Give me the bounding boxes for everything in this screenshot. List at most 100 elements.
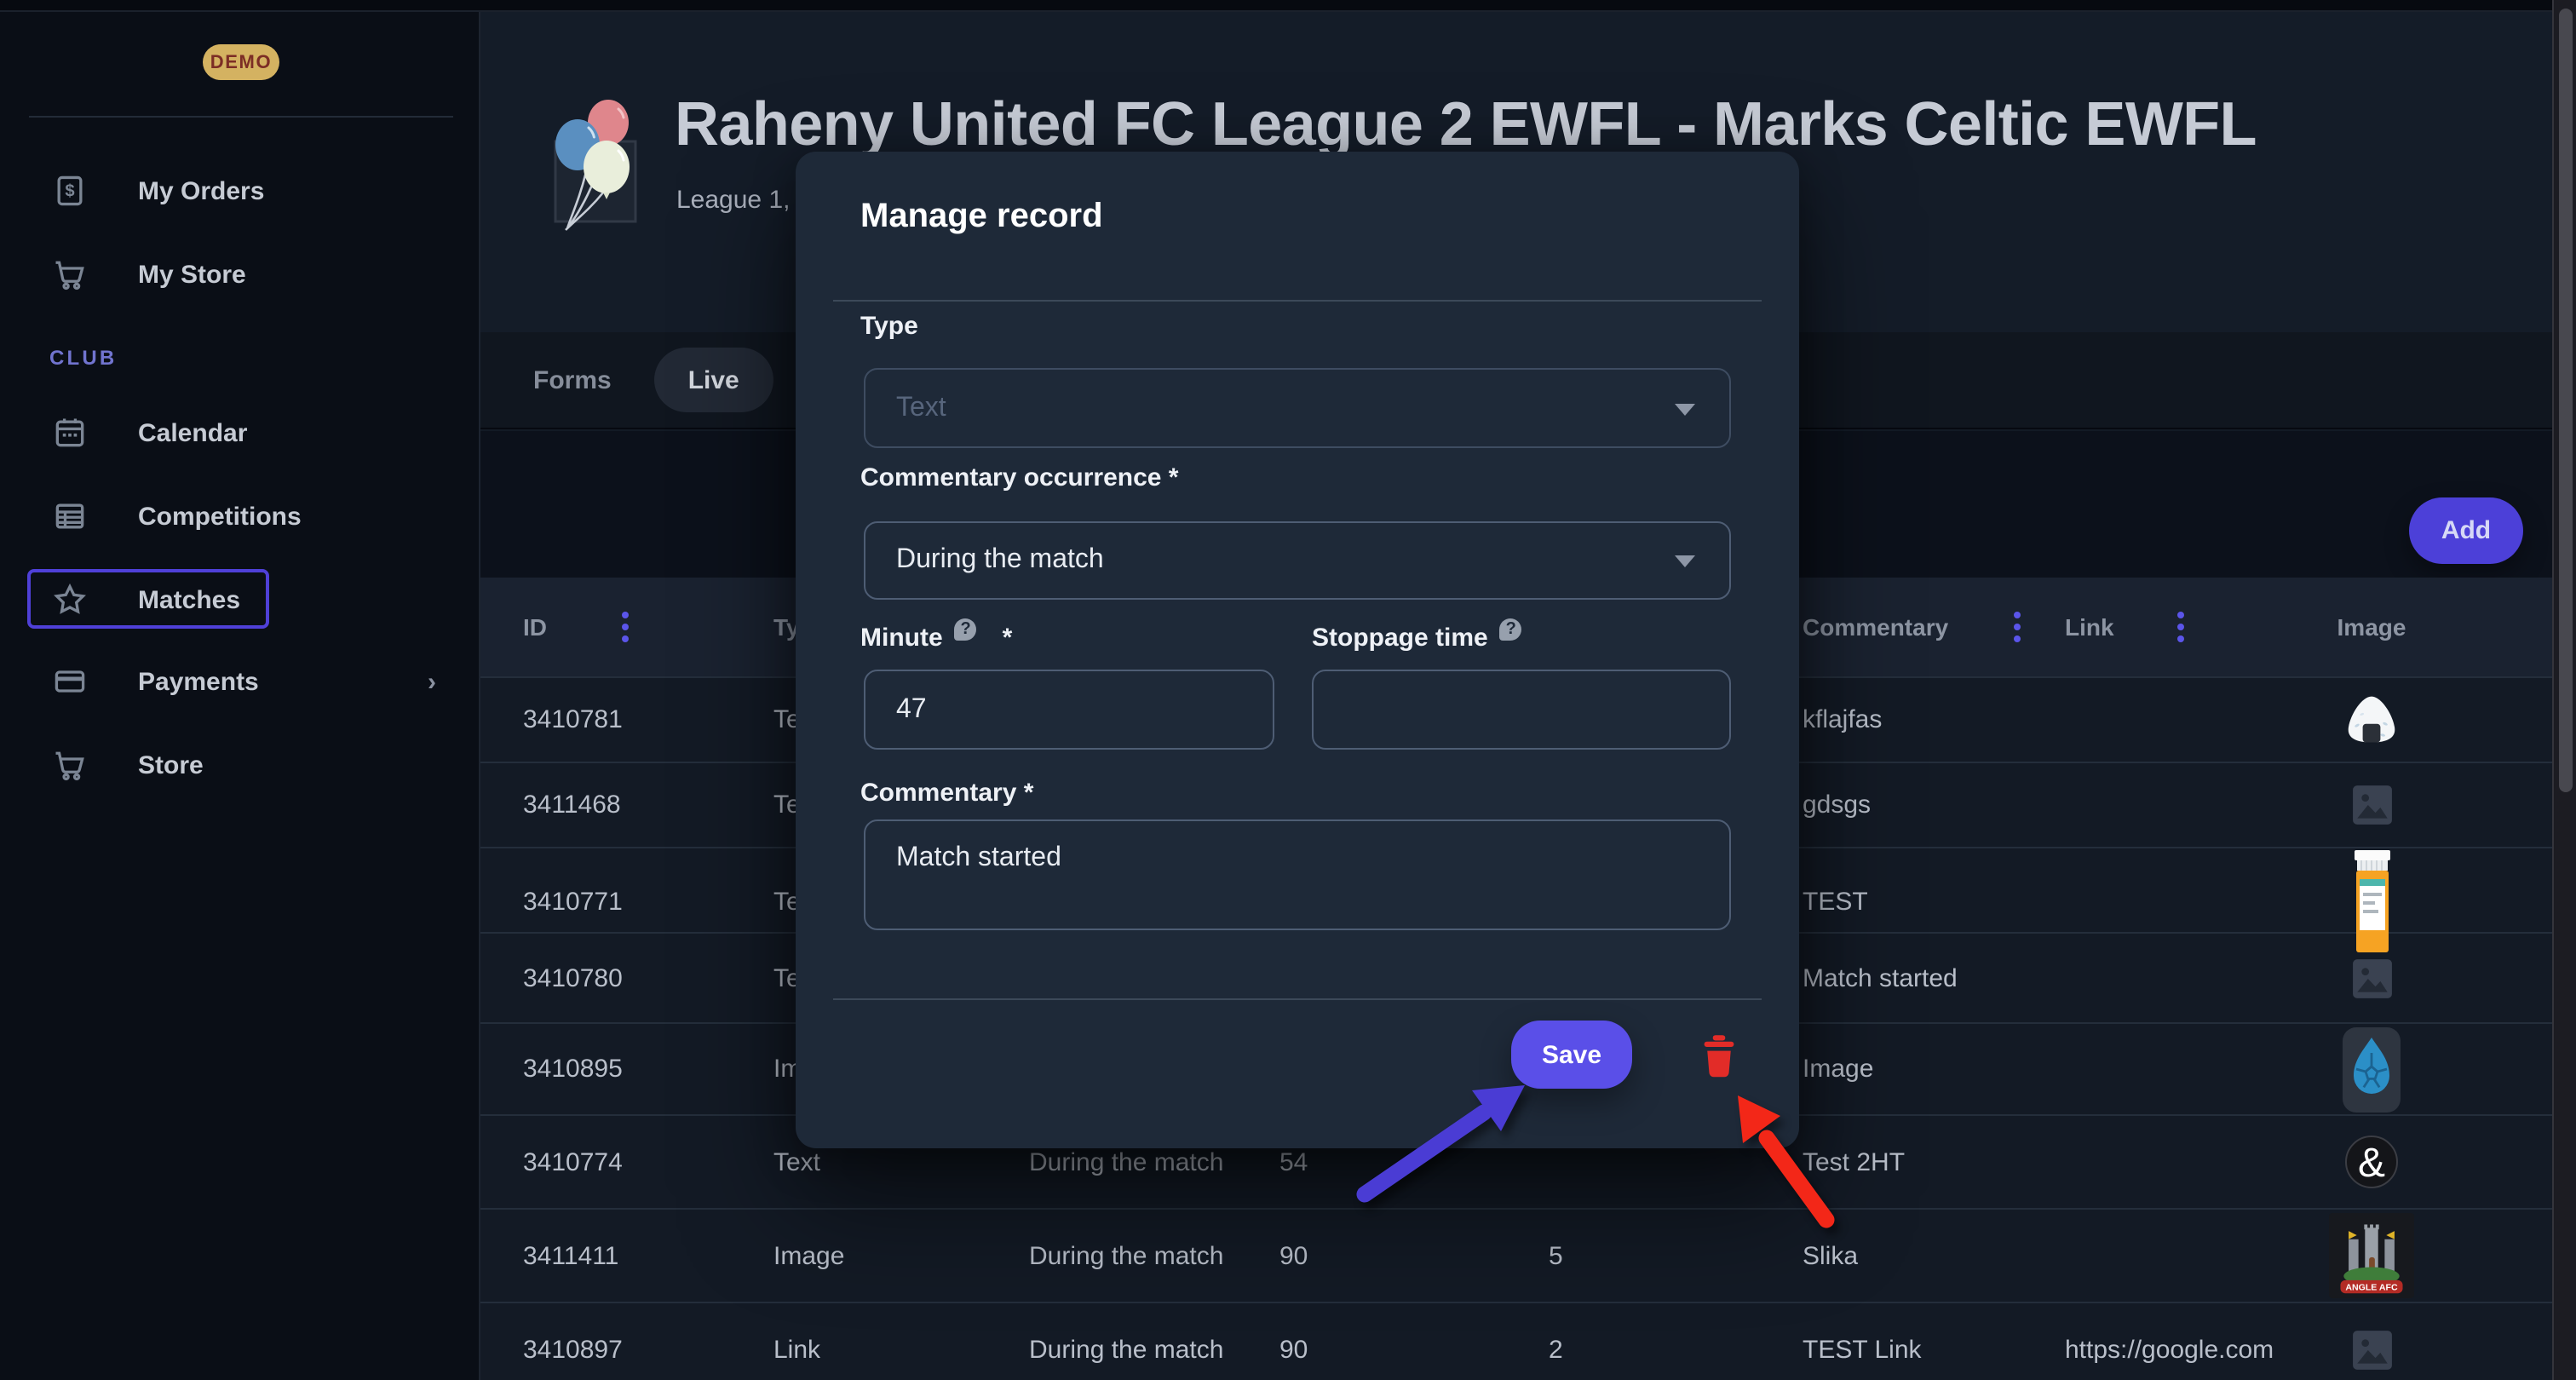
- type-select[interactable]: Text: [864, 368, 1731, 448]
- table-row[interactable]: 3410897 Link During the match 90 2 TEST …: [480, 1302, 2552, 1380]
- chevron-down-icon: [1675, 555, 1695, 567]
- app-root: DEMO $ My Orders My Store CLUB Calendar: [0, 0, 2576, 1380]
- sidebar-item-store[interactable]: Store: [0, 727, 480, 802]
- cell-stoppage: 5: [1549, 1241, 1803, 1270]
- cell-stoppage: 2: [1549, 1335, 1803, 1364]
- help-icon[interactable]: ?: [1500, 618, 1522, 641]
- tab-forms[interactable]: Forms: [516, 365, 629, 394]
- sidebar-item-calendar[interactable]: Calendar: [0, 395, 480, 470]
- row-image: & ANGLE AFC: [2286, 763, 2457, 847]
- pill-bottle-image: [2350, 848, 2393, 954]
- sidebar: DEMO $ My Orders My Store CLUB Calendar: [0, 12, 480, 1380]
- occurrence-select[interactable]: During the match: [864, 521, 1731, 600]
- broken-image-icon: [2350, 1328, 2393, 1371]
- sidebar-item-payments[interactable]: Payments ›: [0, 644, 480, 719]
- cell-commentary: kflajfas: [1803, 705, 2065, 734]
- row-image: & ANGLE AFC: [2286, 678, 2457, 762]
- cell-commentary: Test 2HT: [1803, 1147, 2065, 1176]
- cell-commentary: Slika: [1803, 1241, 2065, 1270]
- svg-text:ANGLE AFC: ANGLE AFC: [2345, 1282, 2398, 1292]
- sidebar-section-club: CLUB: [49, 346, 117, 370]
- type-select-placeholder: Text: [896, 393, 946, 423]
- sort-menu-icon[interactable]: [2177, 612, 2184, 642]
- save-button[interactable]: Save: [1511, 1021, 1632, 1089]
- cell-id: 3410774: [523, 1147, 773, 1176]
- cart-icon: [51, 746, 89, 784]
- svg-text:&: &: [2358, 1141, 2385, 1186]
- vertical-scrollbar: [2552, 0, 2576, 1380]
- stoppage-time-input[interactable]: [1312, 670, 1731, 750]
- star-icon: [51, 581, 89, 618]
- tab-live[interactable]: Live: [654, 348, 773, 412]
- demo-badge: DEMO: [203, 44, 279, 80]
- cell-link: https://google.com: [2065, 1335, 2286, 1364]
- page-subtitle: League 1, 1: [676, 186, 812, 215]
- chevron-right-icon: ›: [428, 667, 436, 696]
- sidebar-item-my-orders[interactable]: $ My Orders: [0, 153, 480, 228]
- commentary-label: Commentary *: [860, 779, 1033, 808]
- cell-id: 3410781: [523, 705, 773, 734]
- add-button[interactable]: Add: [2409, 497, 2523, 564]
- cell-commentary: TEST Link: [1803, 1335, 2065, 1364]
- row-image: & ANGLE AFC: [2286, 1210, 2457, 1302]
- cell-commentary: gdsgs: [1803, 791, 2065, 819]
- sidebar-item-label: Matches: [138, 585, 240, 614]
- sidebar-item-my-store[interactable]: My Store: [0, 237, 480, 312]
- commentary-textarea[interactable]: Match started: [864, 819, 1731, 930]
- modal-divider: [833, 998, 1762, 1000]
- sidebar-item-label: Payments: [138, 667, 259, 696]
- football-logo-image: [2343, 1026, 2401, 1112]
- sidebar-item-label: Calendar: [138, 418, 247, 447]
- demo-badge-label: DEMO: [210, 52, 272, 72]
- column-header-id: ID: [523, 613, 773, 641]
- cell-id: 3410897: [523, 1335, 773, 1364]
- modal-divider: [833, 300, 1762, 302]
- sort-menu-icon[interactable]: [2014, 612, 2021, 642]
- column-header-commentary: Commentary: [1803, 613, 2065, 641]
- help-icon[interactable]: ?: [955, 618, 977, 641]
- minute-label: Minute ? *: [860, 624, 1012, 653]
- onigiri-image: [2343, 691, 2401, 749]
- required-asterisk: *: [1003, 624, 1013, 653]
- sort-menu-icon[interactable]: [622, 612, 629, 642]
- cell-type: Image: [773, 1241, 1029, 1270]
- column-header-image: Image: [2286, 613, 2457, 641]
- orders-icon: $: [51, 172, 89, 210]
- cell-occurrence: During the match: [1029, 1241, 1279, 1270]
- cell-type: Text: [773, 1147, 1029, 1176]
- sidebar-item-label: Competitions: [138, 502, 302, 531]
- sidebar-item-competitions[interactable]: Competitions: [0, 479, 480, 554]
- top-strip: [0, 0, 2576, 12]
- cart-icon: [51, 256, 89, 293]
- card-icon: [51, 663, 89, 700]
- row-image: & ANGLE AFC: [2286, 1024, 2457, 1114]
- angle-afc-crest-image: ANGLE AFC: [2329, 1213, 2414, 1298]
- stoppage-time-label: Stoppage time ?: [1312, 624, 1522, 653]
- row-image: & ANGLE AFC: [2286, 1303, 2457, 1380]
- cell-minute: 90: [1279, 1241, 1549, 1270]
- row-image: & ANGLE AFC: [2286, 1116, 2457, 1208]
- cell-minute: 54: [1279, 1147, 1549, 1176]
- cell-occurrence: During the match: [1029, 1147, 1279, 1176]
- cell-id: 3410895: [523, 1055, 773, 1084]
- column-header-link: Link: [2065, 613, 2286, 641]
- minute-input[interactable]: [864, 670, 1274, 750]
- occurrence-select-value: During the match: [896, 545, 1104, 576]
- sidebar-item-label: My Orders: [138, 176, 264, 205]
- cell-id: 3411411: [523, 1241, 773, 1270]
- delete-trash-icon[interactable]: [1700, 1034, 1738, 1078]
- balloons-image: [538, 94, 651, 237]
- cell-id: 3410771: [523, 887, 773, 916]
- cell-minute: 90: [1279, 1335, 1549, 1364]
- cell-commentary: Image: [1803, 1055, 2065, 1084]
- cell-occurrence: During the match: [1029, 1335, 1279, 1364]
- sidebar-divider: [29, 116, 453, 118]
- ampersand-logo-image: &: [2344, 1135, 2399, 1189]
- table-row[interactable]: 3411411 Image During the match 90 5 Slik…: [480, 1208, 2552, 1302]
- scrollbar-thumb[interactable]: [2559, 9, 2573, 792]
- sidebar-item-label: Store: [138, 750, 204, 779]
- svg-text:$: $: [65, 181, 74, 200]
- cell-commentary: TEST: [1803, 887, 2065, 916]
- cell-id: 3411468: [523, 791, 773, 819]
- sidebar-item-matches[interactable]: Matches: [0, 562, 480, 637]
